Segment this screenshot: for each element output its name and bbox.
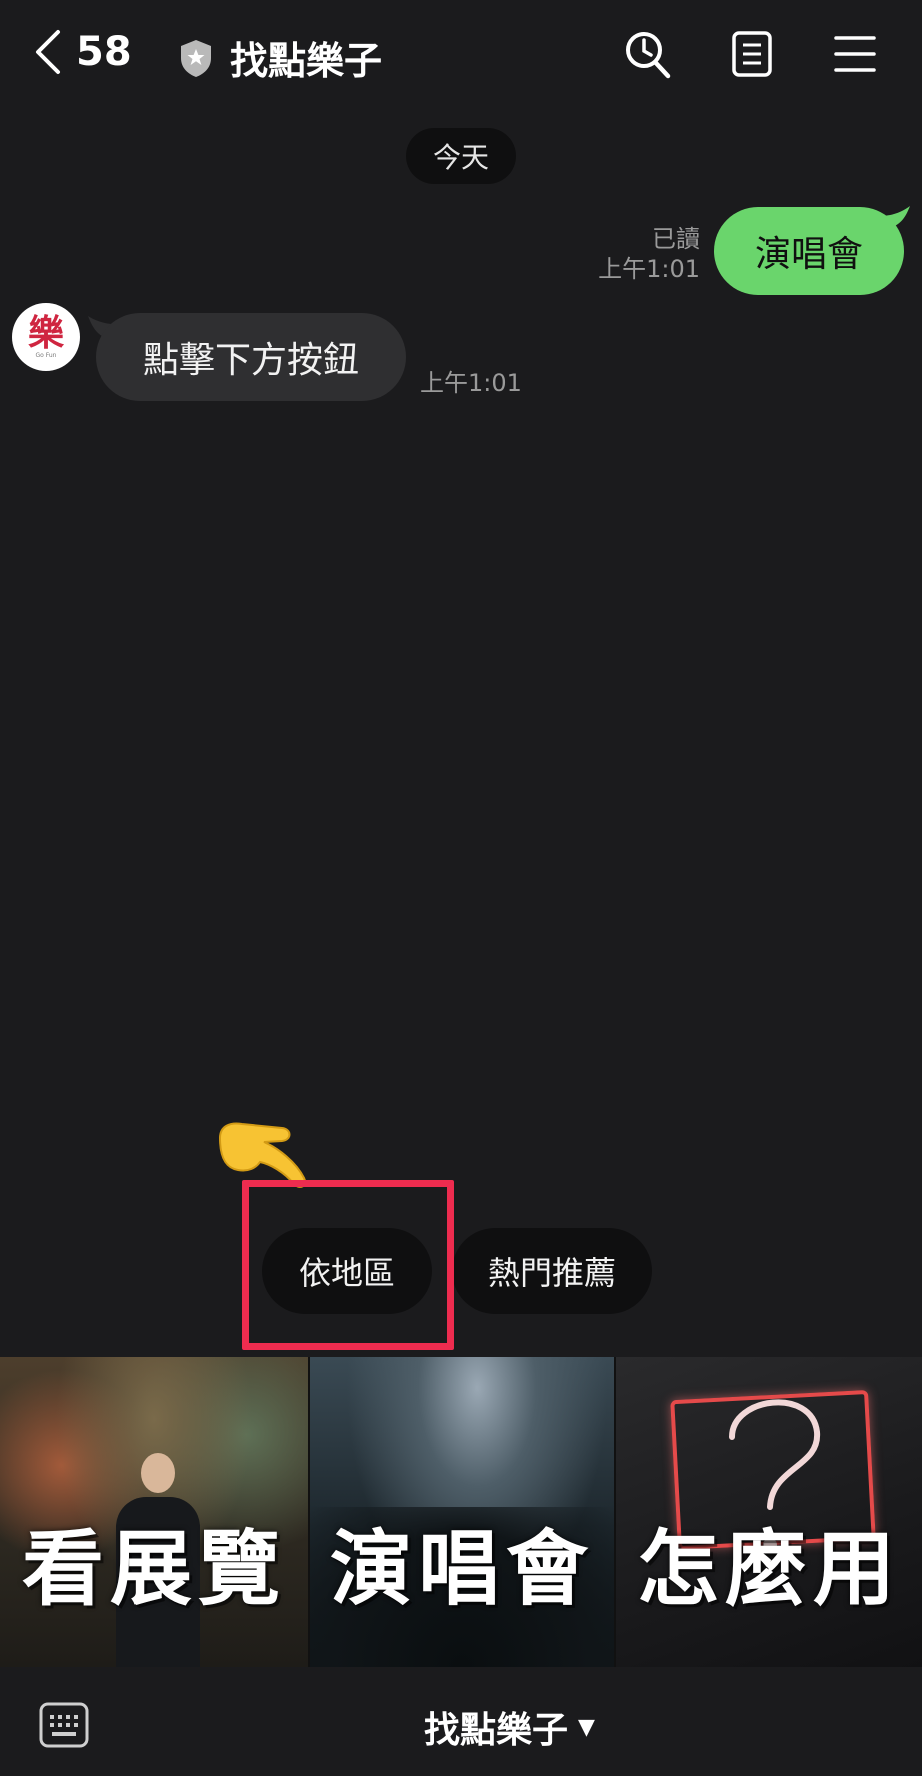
- highlight-box: [242, 1180, 454, 1350]
- rich-menu: 看展覽 演唱會 怎麼用: [0, 1357, 922, 1667]
- search-clock-icon: [626, 32, 671, 79]
- rich-menu-toggle[interactable]: 找點樂子 ▼: [424, 1701, 595, 1753]
- quick-reply-popular[interactable]: 熱門推薦: [452, 1228, 652, 1314]
- caret-down-icon: ▼: [578, 1714, 595, 1740]
- outgoing-time: 上午1:01: [598, 255, 700, 283]
- unread-count: 58: [76, 29, 132, 75]
- notes-icon: [732, 31, 772, 77]
- keyboard-button[interactable]: [38, 1701, 90, 1753]
- avatar-subtext: Go Fun: [35, 352, 57, 359]
- incoming-message[interactable]: 點擊下方按鈕: [96, 313, 406, 401]
- concert-label: 演唱會: [329, 1522, 594, 1617]
- chat-header: 58 找點樂子: [0, 0, 922, 110]
- rich-menu-howto[interactable]: 怎麼用: [616, 1357, 922, 1667]
- exhibition-label: 看展覽: [21, 1522, 286, 1617]
- shield-star-icon: [181, 39, 211, 77]
- rich-menu-concert[interactable]: 演唱會: [308, 1357, 616, 1667]
- chat-title-area[interactable]: 找點樂子: [178, 30, 382, 85]
- bot-avatar[interactable]: 樂 Go Fun: [12, 303, 80, 371]
- incoming-time: 上午1:01: [420, 369, 522, 397]
- date-divider: 今天: [406, 128, 516, 184]
- back-button[interactable]: 58: [34, 28, 132, 76]
- rich-menu-title: 找點樂子: [424, 1710, 569, 1751]
- chat-title: 找點樂子: [230, 39, 383, 83]
- outgoing-meta: 已讀 上午1:01: [598, 224, 700, 284]
- rich-menu-exhibition[interactable]: 看展覽: [0, 1357, 308, 1667]
- back-chevron-icon: [36, 30, 60, 74]
- search-button[interactable]: [624, 30, 672, 84]
- avatar-logo: 樂: [27, 313, 64, 354]
- bottom-bar: 找點樂子 ▼: [0, 1667, 922, 1776]
- keyboard-icon: [39, 1702, 89, 1748]
- read-status: 已讀: [652, 225, 700, 253]
- outgoing-message[interactable]: 演唱會: [714, 207, 904, 295]
- howto-label: 怎麼用: [636, 1522, 901, 1617]
- menu-button[interactable]: [834, 34, 876, 78]
- menu-icon: [834, 36, 876, 72]
- notes-button[interactable]: [730, 30, 774, 82]
